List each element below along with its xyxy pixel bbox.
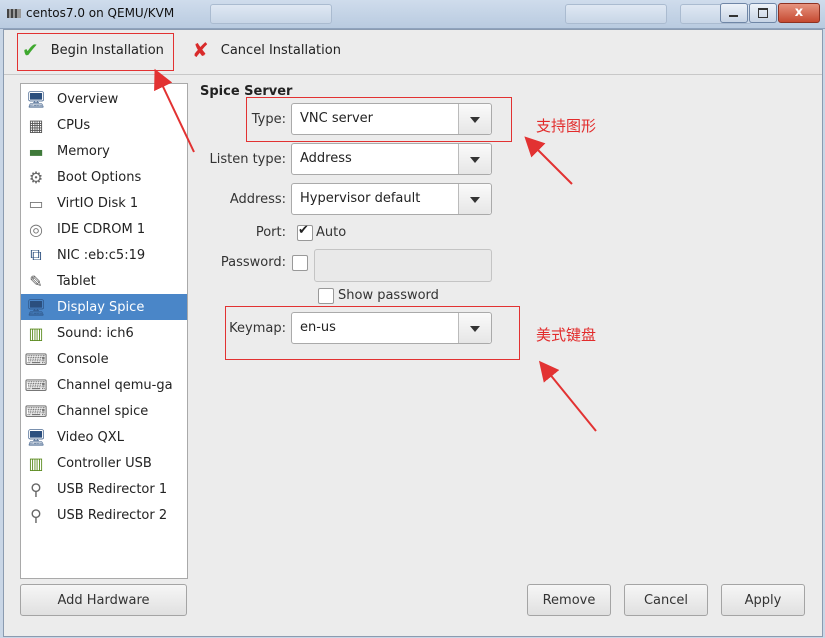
type-annotation: 支持图形 [536, 117, 597, 135]
hardware-item[interactable]: ▭ VirtIO Disk 1 [21, 190, 187, 216]
window-title: centos7.0 on QEMU/KVM [26, 6, 175, 20]
apply-button[interactable]: Apply [721, 584, 805, 616]
remove-button[interactable]: Remove [527, 584, 611, 616]
hardware-item[interactable]: 🖥 Video QXL [21, 424, 187, 450]
channel-icon: ⌨ [24, 375, 48, 395]
hardware-item-label: Overview [57, 91, 119, 107]
usb-icon: ⚲ [30, 479, 42, 499]
hardware-item-label: IDE CDROM 1 [57, 221, 146, 237]
listen-type-label: Listen type: [209, 152, 286, 167]
close-button[interactable]: x [778, 3, 820, 23]
hardware-item-label: Sound: ich6 [57, 325, 134, 341]
hardware-item-label: USB Redirector 2 [57, 507, 168, 523]
show-password-label: Show password [338, 288, 439, 303]
monitor-icon: 🖥 [25, 427, 47, 447]
monitor-icon: 🖥 [25, 89, 47, 109]
hardware-item[interactable]: ✎ Tablet [21, 268, 187, 294]
channel-icon: ⌨ [24, 401, 48, 421]
hardware-item[interactable]: 🖥 Display Spice [21, 294, 187, 320]
show-password-checkbox[interactable] [318, 288, 334, 304]
gears-icon: ⚙ [28, 167, 44, 187]
cpu-icon: ▦ [28, 115, 44, 135]
hardware-item[interactable]: 🖥 Overview [21, 86, 187, 112]
hardware-item[interactable]: ▬ Memory [21, 138, 187, 164]
hardware-item-label: Boot Options [57, 169, 142, 185]
hardware-item[interactable]: ⌨ Channel spice [21, 398, 187, 424]
minimize-button[interactable] [720, 3, 748, 23]
chevron-down-icon[interactable] [458, 184, 491, 214]
hardware-item[interactable]: ▥ Sound: ich6 [21, 320, 187, 346]
cancel-installation-label: Cancel Installation [220, 42, 341, 58]
port-label: Port: [255, 225, 286, 240]
hardware-item[interactable]: ▥ Controller USB [21, 450, 187, 476]
hardware-item-label: USB Redirector 1 [57, 481, 168, 497]
hardware-item-label: Channel qemu-ga [57, 377, 173, 393]
hardware-item-label: Display Spice [57, 299, 145, 315]
hardware-item[interactable]: ⌨ Console [21, 346, 187, 372]
chevron-down-icon[interactable] [458, 144, 491, 174]
controller-icon: ▥ [28, 453, 44, 473]
hardware-item[interactable]: ⚲ USB Redirector 1 [21, 476, 187, 502]
maximize-button[interactable] [749, 3, 777, 23]
hardware-item-label: NIC :eb:c5:19 [57, 247, 146, 263]
hardware-item-label: VirtIO Disk 1 [57, 195, 139, 211]
password-label: Password: [220, 255, 286, 270]
app-icon [7, 9, 21, 18]
hardware-item-label: CPUs [57, 117, 91, 133]
cdrom-icon: ◎ [29, 219, 43, 239]
hardware-list[interactable]: 🖥 Overview ▦ CPUs ▬ Memory ⚙ Boot Options ▭ VirtI… [20, 83, 188, 579]
hardware-item[interactable]: ▦ CPUs [21, 112, 187, 138]
background-tab [210, 4, 332, 24]
tablet-icon: ✎ [29, 271, 43, 291]
hardware-item-label: Channel spice [57, 403, 149, 419]
hardware-item-label: Tablet [57, 273, 96, 289]
memory-icon: ▬ [28, 141, 44, 161]
hardware-item[interactable]: ⧉ NIC :eb:c5:19 [21, 242, 187, 268]
hardware-item[interactable]: ⚲ USB Redirector 2 [21, 502, 187, 528]
password-checkbox[interactable] [292, 255, 308, 271]
cancel-button[interactable]: Cancel [624, 584, 708, 616]
toolbar-separator [4, 74, 822, 75]
add-hardware-button[interactable]: Add Hardware [20, 584, 187, 616]
port-auto-checkbox[interactable] [297, 223, 313, 241]
begin-installation-highlight [17, 33, 174, 71]
hardware-item-label: Video QXL [57, 429, 124, 445]
password-field[interactable] [314, 249, 492, 282]
title-bar: centos7.0 on QEMU/KVM x [0, 0, 825, 29]
hardware-item-label: Memory [57, 143, 110, 159]
type-highlight [246, 97, 512, 142]
hardware-item[interactable]: ◎ IDE CDROM 1 [21, 216, 187, 242]
usb-icon: ⚲ [30, 505, 42, 525]
address-select[interactable]: Hypervisor default [291, 183, 492, 215]
red-x-icon: ✘ [192, 38, 209, 62]
port-auto-label: Auto [316, 225, 347, 240]
console-icon: ⌨ [24, 349, 48, 369]
display-icon: 🖥 [25, 297, 47, 317]
listen-type-select[interactable]: Address [291, 143, 492, 175]
cancel-installation-button[interactable]: ✘ Cancel Installation [192, 30, 341, 70]
sound-card-icon: ▥ [28, 323, 44, 343]
address-label: Address: [229, 192, 286, 207]
hardware-item-label: Controller USB [57, 455, 152, 471]
background-tab [565, 4, 667, 24]
hardware-item[interactable]: ⌨ Channel qemu-ga [21, 372, 187, 398]
hardware-item-label: Console [57, 351, 109, 367]
keymap-annotation: 美式键盘 [536, 326, 597, 344]
keymap-highlight [225, 306, 520, 360]
hardware-item[interactable]: ⚙ Boot Options [21, 164, 187, 190]
address-value: Hypervisor default [300, 191, 421, 206]
network-icon: ⧉ [30, 245, 42, 264]
disk-icon: ▭ [28, 193, 44, 213]
listen-type-value: Address [300, 151, 352, 166]
